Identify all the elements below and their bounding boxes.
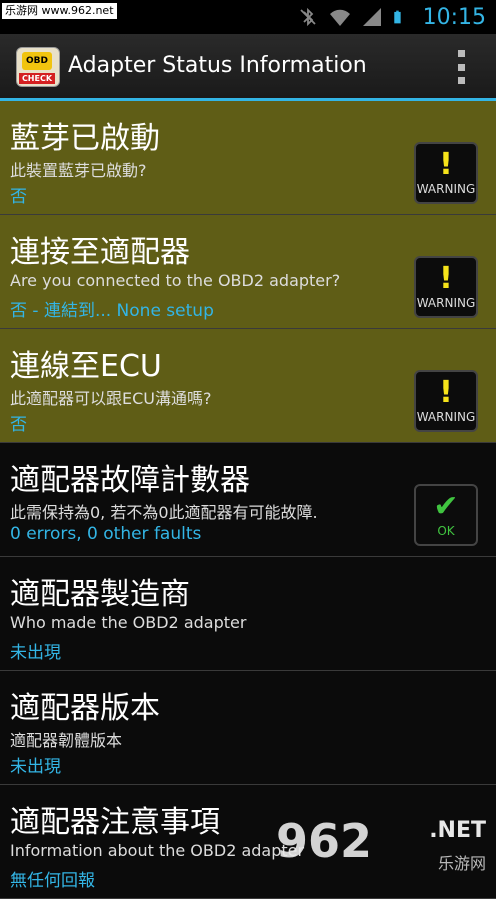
- engine-icon: OBD: [22, 52, 52, 70]
- item-title: 連線至ECU: [10, 349, 162, 384]
- clock: 10:15: [422, 4, 486, 30]
- bluetooth-off-icon: [299, 7, 316, 27]
- watermark-top: 乐游网 www.962.net: [2, 3, 117, 19]
- item-description: 此需保持為0, 若不為0此適配器有可能故障.: [10, 503, 318, 522]
- ok-badge: ✔ OK: [414, 484, 478, 546]
- check-label: CHECK: [19, 73, 55, 84]
- checkmark-icon: ✔: [433, 489, 459, 524]
- badge-label: WARNING: [416, 182, 476, 196]
- watermark-net: .NET: [429, 818, 486, 843]
- item-title: 適配器注意事項: [10, 805, 220, 840]
- item-description: Information about the OBD2 adapter: [10, 841, 305, 860]
- list-item-ecu[interactable]: 連線至ECU 此適配器可以跟ECU溝通嗎? 否 ! WARNING: [0, 329, 496, 443]
- list-item-adapter-connect[interactable]: 連接至適配器 Are you connected to the OBD2 ada…: [0, 215, 496, 329]
- watermark-bottom: 962 .NET 乐游网: [276, 810, 486, 880]
- item-title: 適配器故障計數器: [10, 463, 250, 498]
- item-value: 0 errors, 0 other faults: [10, 524, 202, 544]
- overflow-menu-icon[interactable]: [458, 50, 466, 84]
- item-value: 否 - 連結到... None setup: [10, 301, 214, 321]
- item-value: 未出現: [10, 757, 61, 777]
- list-item-fault-counter[interactable]: 適配器故障計數器 此需保持為0, 若不為0此適配器有可能故障. 0 errors…: [0, 443, 496, 557]
- item-title: 藍芽已啟動: [10, 121, 160, 156]
- status-bar: 乐游网 www.962.net 10:15: [0, 0, 496, 34]
- item-description: 此裝置藍芽已啟動?: [10, 161, 147, 180]
- battery-icon: [393, 10, 401, 24]
- item-value: 否: [10, 187, 27, 207]
- item-title: 適配器版本: [10, 691, 160, 726]
- warning-badge: ! WARNING: [414, 370, 478, 432]
- list-item-version[interactable]: 適配器版本 適配器韌體版本 未出現: [0, 671, 496, 785]
- action-bar: OBD CHECK Adapter Status Information: [0, 34, 496, 101]
- exclamation-icon: !: [439, 375, 453, 410]
- list-item-manufacturer[interactable]: 適配器製造商 Who made the OBD2 adapter 未出現: [0, 557, 496, 671]
- exclamation-icon: !: [439, 261, 453, 296]
- badge-label: WARNING: [416, 410, 476, 424]
- app-logo-icon[interactable]: OBD CHECK: [16, 47, 60, 87]
- item-value: 無任何回報: [10, 871, 95, 891]
- wifi-icon: [329, 9, 350, 26]
- item-description: 此適配器可以跟ECU溝通嗎?: [10, 389, 212, 408]
- warning-badge: ! WARNING: [414, 256, 478, 318]
- watermark-cn: 乐游网: [437, 854, 486, 873]
- item-value: 否: [10, 415, 27, 435]
- signal-icon: [362, 8, 381, 26]
- status-list: 藍芽已啟動 此裝置藍芽已啟動? 否 ! WARNING 連接至適配器 Are y…: [0, 101, 496, 899]
- warning-badge: ! WARNING: [414, 142, 478, 204]
- watermark-number: 962: [276, 814, 373, 868]
- item-title: 適配器製造商: [10, 577, 190, 612]
- badge-label: WARNING: [416, 296, 476, 310]
- list-item-bluetooth[interactable]: 藍芽已啟動 此裝置藍芽已啟動? 否 ! WARNING: [0, 101, 496, 215]
- item-value: 未出現: [10, 643, 61, 663]
- item-description: 適配器韌體版本: [10, 731, 123, 750]
- page-title: Adapter Status Information: [68, 53, 367, 78]
- item-title: 連接至適配器: [10, 235, 190, 270]
- exclamation-icon: !: [439, 147, 453, 182]
- item-description: Are you connected to the OBD2 adapter?: [10, 271, 341, 290]
- badge-label: OK: [437, 524, 455, 538]
- item-description: Who made the OBD2 adapter: [10, 613, 247, 632]
